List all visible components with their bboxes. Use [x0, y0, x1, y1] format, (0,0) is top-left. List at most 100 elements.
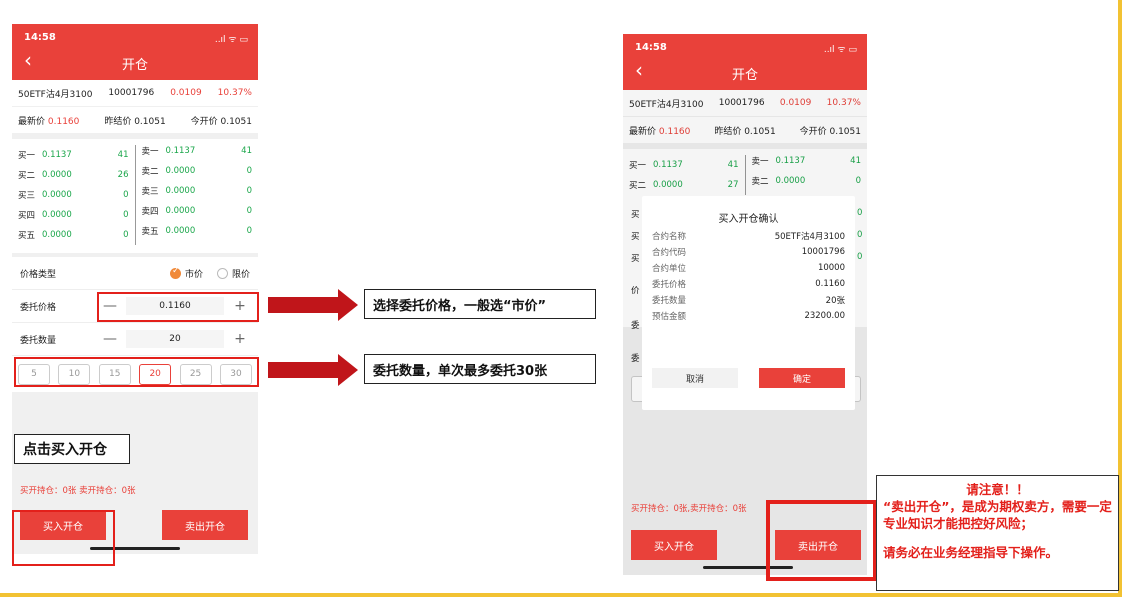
arrow-right-icon	[268, 354, 358, 386]
risk-warning-box: 请注意！！ “卖出开仓”，是成为期权卖方，需要一定专业知识才能把控好风险； 请务…	[876, 475, 1119, 591]
contract-change: 10.37%	[217, 88, 252, 98]
ask-qty: 41	[241, 146, 252, 156]
bid-qty: 0	[123, 230, 129, 240]
status-icons: ..ıl ᯤ ▭	[823, 45, 857, 55]
dialog-key: 合约单位	[652, 264, 687, 274]
price-info-row: 最新价 0.1160 昨结价 0.1051 今开价 0.1051	[12, 107, 258, 133]
bid-price: 0.0000	[42, 230, 72, 240]
header-bar: 14:58 ..ıl ᯤ ▭ ‹ 开仓	[623, 34, 867, 90]
status-time: 14:58	[24, 32, 56, 43]
check-icon: ✓	[171, 265, 180, 276]
bid-label: 买三	[18, 191, 36, 201]
bid-column: 买一 0.1137 41 买二 0.0000 26 买三 0.0000 0 买四 0.0000…	[12, 145, 136, 245]
dialog-key: 预估金额	[652, 312, 687, 322]
bid-qty: 0	[123, 210, 129, 220]
latest-price-value: 0.1160	[47, 116, 80, 127]
dialog-value: 10000	[817, 263, 845, 273]
confirm-dialog: 买入开仓确认 合约名称 50ETF沽4月3100 合约代码 10001796 合约单…	[642, 196, 855, 410]
qty-minus-button[interactable]: —	[100, 331, 120, 347]
bid-row[interactable]: 买三 0.0000 0	[18, 185, 129, 205]
dialog-row: 委托价格 0.1160	[642, 276, 855, 292]
dialog-row: 合约名称 50ETF沽4月3100	[642, 228, 855, 244]
dialog-value: 0.1160	[815, 279, 845, 289]
ask-row[interactable]: 卖三 0.0000 0	[142, 181, 253, 201]
contract-name: 50ETF沽4月3100	[18, 89, 93, 100]
bid-label: 买一	[18, 151, 36, 161]
order-qty-input[interactable]: 20	[126, 330, 224, 348]
ask-row[interactable]: 卖五 0.0000 0	[142, 221, 253, 241]
warning-heading: 请注意！！	[966, 482, 1029, 497]
ask-qty: 0	[246, 226, 252, 236]
qty-highlight-box	[14, 357, 259, 387]
bid-row[interactable]: 买一 0.1137 41	[18, 145, 129, 165]
dialog-key: 委托数量	[652, 296, 687, 306]
limit-price-radio[interactable]	[216, 267, 228, 279]
page-title: 开仓	[121, 58, 148, 73]
dialog-value: 20张	[825, 296, 845, 306]
buy-highlight-box	[12, 510, 115, 566]
dialog-key: 合约名称	[652, 232, 687, 242]
phone-screen-confirm: 14:58 ..ıl ᯤ ▭ ‹ 开仓 50ETF沽4月3100 1000179…	[623, 34, 867, 575]
ask-price: 0.0000	[165, 186, 196, 196]
order-price-label: 委托价格	[20, 302, 57, 313]
warning-body: “卖出开仓”，是成为期权卖方，需要一定专业知识才能把控好风险；	[883, 499, 1112, 531]
price-type-row: 价格类型 ✓ 市价 限价	[12, 257, 258, 290]
buy-open-button[interactable]: 买入开仓	[631, 530, 717, 560]
bid-label: 买二	[18, 171, 36, 181]
dialog-buttons: 取消 确定	[652, 368, 845, 388]
dialog-value: 10001796	[801, 247, 845, 257]
market-price-label[interactable]: 市价	[185, 267, 203, 280]
ask-label: 卖一	[141, 147, 159, 157]
market-price-radio[interactable]: ✓	[169, 265, 181, 279]
ask-row[interactable]: 卖四 0.0000 0	[142, 201, 253, 221]
bid-row[interactable]: 买二 0.0000 26	[18, 165, 129, 185]
bid-label: 买四	[18, 211, 36, 221]
order-book: 买一 0.1137 41 买二 0.0000 26 买三 0.0000 0 买四 0.0000…	[12, 139, 258, 253]
bid-price: 0.0000	[42, 170, 72, 180]
dialog-value: 50ETF沽4月3100	[774, 232, 845, 242]
qty-note: 委托数量，单次最多委托30张	[364, 354, 596, 384]
contract-row: 50ETF沽4月3100 10001796 0.0109 10.37%	[12, 80, 258, 106]
arrow-right-icon	[268, 289, 358, 321]
bid-label: 买五	[18, 231, 36, 241]
ask-column: 卖一 0.1137 41 卖二 0.0000 0 卖三 0.0000 0 卖四 0.0000 0…	[136, 141, 259, 249]
price-type-label: 价格类型	[20, 269, 57, 280]
bid-qty: 41	[117, 150, 129, 160]
warning-footer: 请务必在业务经理指导下操作。	[883, 545, 1059, 560]
bid-row[interactable]: 买四 0.0000 0	[18, 205, 129, 225]
dialog-key: 合约代码	[652, 248, 687, 258]
ask-row[interactable]: 卖一 0.1137 41	[142, 141, 253, 161]
order-qty-label: 委托数量	[20, 335, 57, 346]
dialog-title: 买入开仓确认	[718, 214, 779, 225]
ask-price: 0.0000	[165, 206, 196, 216]
bid-price: 0.1137	[42, 150, 72, 160]
header-bar: 14:58 ..ıl ᯤ ▭ ‹ 开仓	[12, 24, 258, 80]
holdings-text: 买开持仓：0张 卖开持仓：0张	[20, 486, 136, 496]
ask-label: 卖四	[141, 207, 159, 217]
order-qty-row: 委托数量 — 20 +	[12, 323, 258, 356]
ask-label: 卖二	[141, 167, 159, 177]
ask-qty: 0	[246, 206, 252, 216]
status-time: 14:58	[635, 42, 667, 53]
contract-code: 10001796	[108, 88, 155, 98]
confirm-button[interactable]: 确定	[759, 368, 845, 388]
sell-open-button[interactable]: 卖出开仓	[162, 510, 248, 540]
page-title: 开仓	[731, 68, 758, 83]
ask-label: 卖三	[141, 187, 159, 197]
bid-price: 0.0000	[42, 210, 72, 220]
latest-price-label: 最新价	[18, 116, 46, 127]
ask-row[interactable]: 卖二 0.0000 0	[142, 161, 253, 181]
qty-plus-button[interactable]: +	[230, 331, 250, 347]
holdings-text: 买开持仓：0张,卖开持仓：0张	[631, 504, 747, 514]
cancel-button[interactable]: 取消	[652, 368, 738, 388]
ask-price: 0.0000	[165, 166, 196, 176]
limit-price-label[interactable]: 限价	[232, 267, 250, 280]
dialog-value: 23200.00	[804, 311, 845, 321]
open-price: 今开价 0.1051	[190, 116, 252, 127]
latest-price-group: 最新价 0.1160	[18, 114, 79, 127]
ask-price: 0.0000	[165, 226, 196, 236]
phone-screen-open-position: 14:58 ..ıl ᯤ ▭ ‹ 开仓 50ETF沽4月3100 1000179…	[12, 24, 258, 554]
price-note: 选择委托价格，一般选“市价”	[364, 289, 596, 319]
ask-qty: 0	[246, 186, 252, 196]
bid-row[interactable]: 买五 0.0000 0	[18, 225, 129, 245]
